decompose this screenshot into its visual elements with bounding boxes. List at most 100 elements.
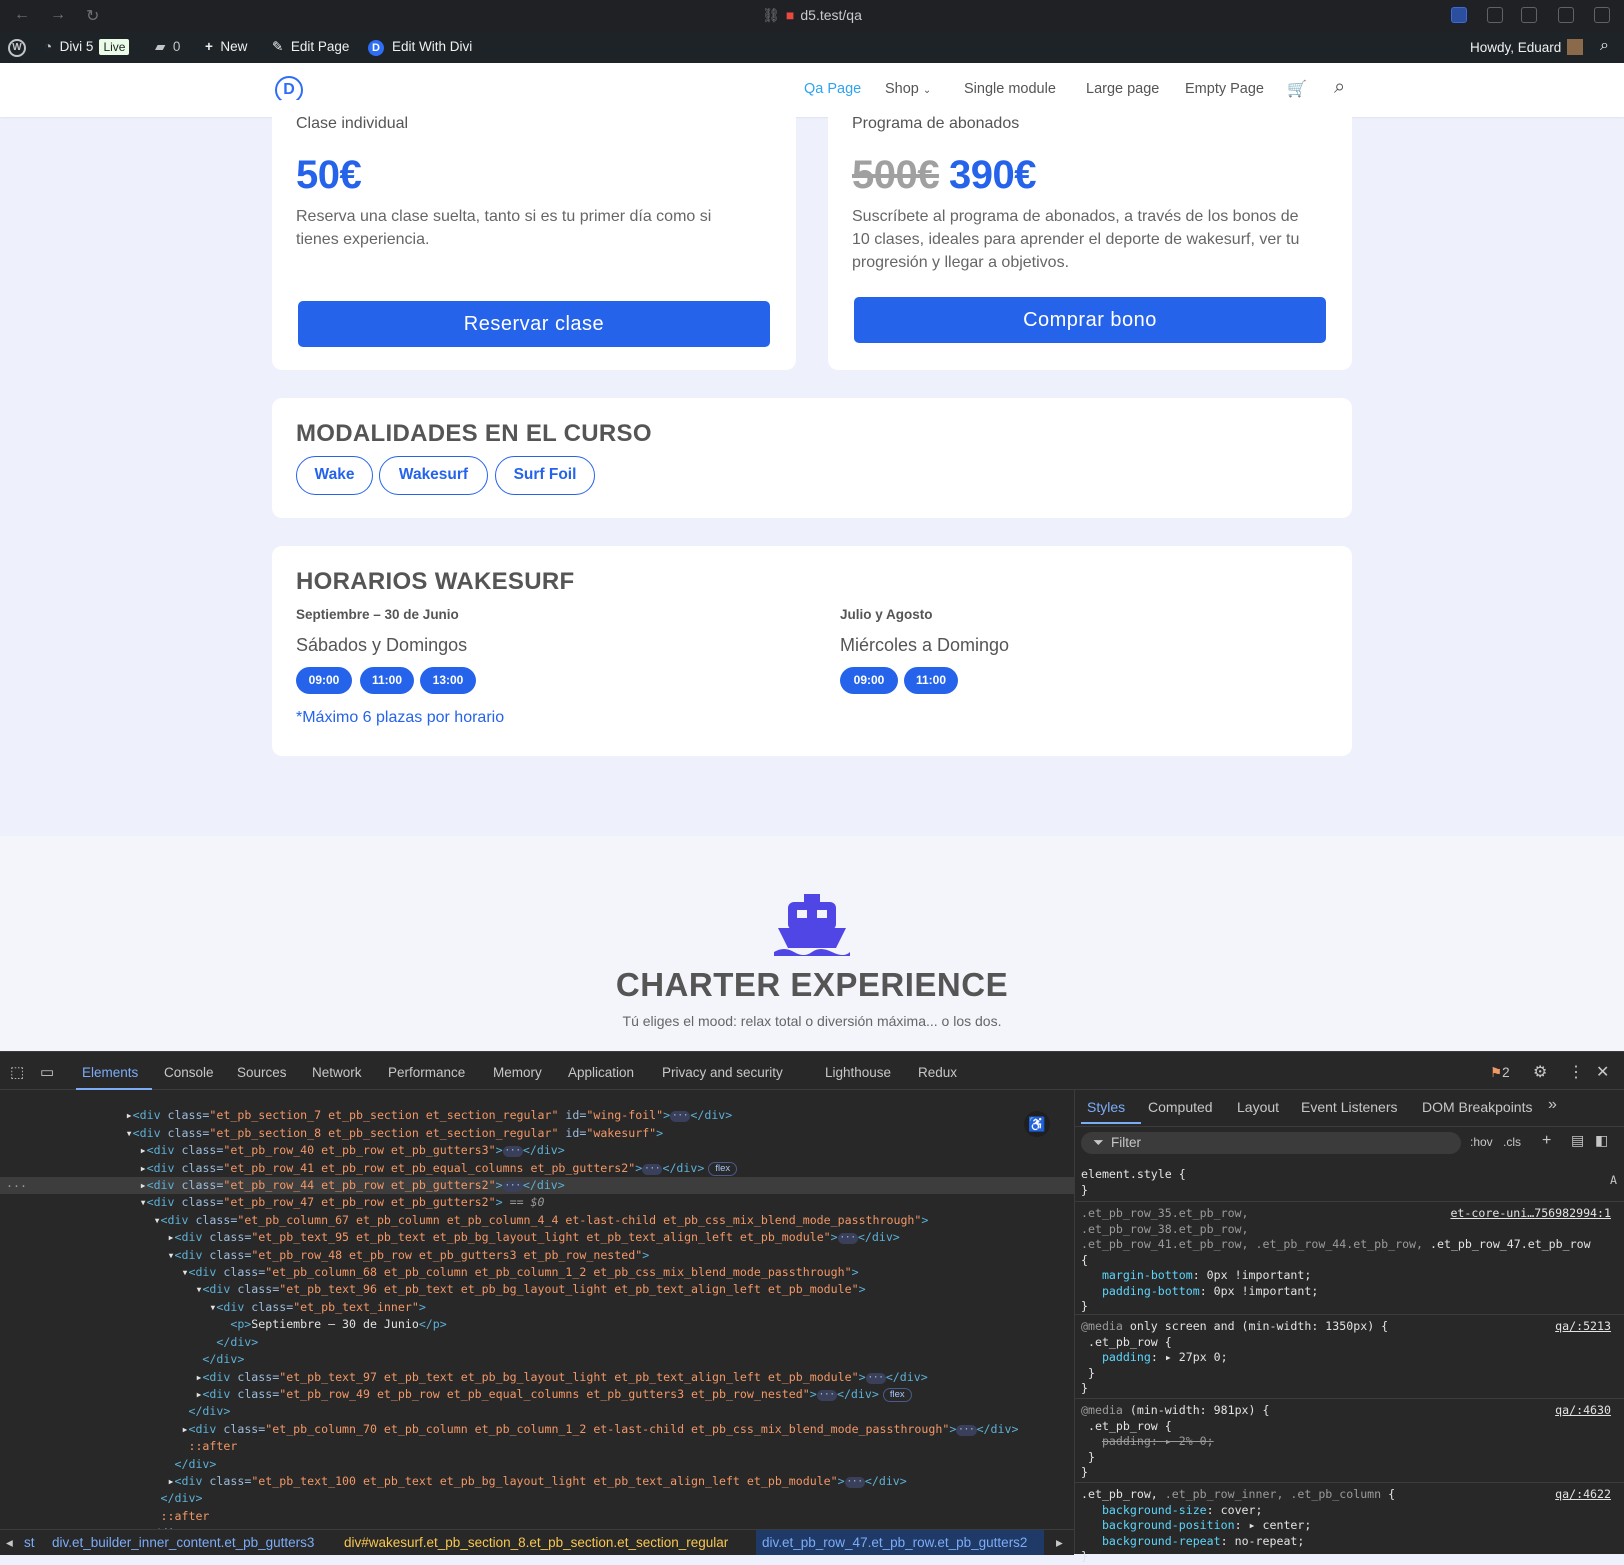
edit-page-link[interactable]: ✎ Edit Page — [272, 39, 349, 55]
cart-icon[interactable]: 🛒 — [1287, 79, 1307, 99]
breadcrumb-item-selected[interactable]: div.et_pb_row_47.et_pb_row.et_pb_gutters… — [762, 1535, 1027, 1550]
pill-wake[interactable]: Wake — [296, 456, 373, 495]
dom-node[interactable]: ▾<div class="et_pb_text_96 et_pb_text et… — [0, 1282, 865, 1296]
sidebar-icon[interactable] — [1594, 7, 1610, 23]
address-bar[interactable]: ⛓ ■ d5.test/qa — [0, 7, 1624, 24]
stylesheet-link[interactable]: qa/:4622 — [1555, 1487, 1611, 1503]
subtab-computed[interactable]: Computed — [1148, 1099, 1213, 1115]
subtab-dom-breakpoints[interactable]: DOM Breakpoints — [1422, 1099, 1532, 1115]
search-icon[interactable]: ⌕ — [1334, 76, 1345, 99]
tab-sources[interactable]: Sources — [237, 1065, 287, 1080]
dom-node[interactable]: </div> — [0, 1352, 244, 1366]
dom-node[interactable]: <p>Septiembre – 30 de Junio</p> — [0, 1317, 446, 1331]
reservar-clase-button[interactable]: Reservar clase — [298, 301, 770, 347]
screenshot-icon[interactable] — [1521, 7, 1537, 23]
dom-node[interactable]: ▸<div class="et_pb_row_40 et_pb_row et_p… — [0, 1143, 565, 1158]
tab-performance[interactable]: Performance — [388, 1065, 465, 1080]
device-toolbar-icon[interactable]: ▭ — [40, 1063, 54, 1081]
dom-node[interactable]: ▸<div class="et_pb_row_41 et_pb_row et_p… — [0, 1161, 738, 1176]
hov-toggle[interactable]: :hov — [1470, 1135, 1493, 1149]
tab-privacy-security[interactable]: Privacy and security — [662, 1065, 783, 1080]
dom-tree[interactable]: ▸<div class="et_pb_section_7 et_pb_secti… — [0, 1090, 1019, 1560]
menu-item-qa-page[interactable]: Qa Page — [804, 81, 861, 97]
schedule-days: Miércoles a Domingo — [840, 635, 1010, 655]
card-description: progresión y llegar a objetivos. — [852, 254, 1070, 271]
tab-network[interactable]: Network — [312, 1065, 362, 1080]
accessibility-icon[interactable]: ♿ — [1024, 1111, 1050, 1137]
tab-redux[interactable]: Redux — [918, 1065, 957, 1080]
dom-node-selected[interactable]: ▾<div class="et_pb_row_47 et_pb_row et_p… — [0, 1195, 545, 1209]
more-icon[interactable]: ⋮ — [1568, 1062, 1584, 1082]
new-menu[interactable]: + New — [205, 39, 247, 54]
extension-icon[interactable] — [1487, 7, 1503, 23]
site-name-menu[interactable]: ◔ Divi 5 Live — [44, 39, 130, 55]
breadcrumb-item[interactable]: div.et_builder_inner_content.et_pb_gutte… — [52, 1535, 314, 1550]
dom-node[interactable]: ▾<div class="et_pb_column_67 et_pb_colum… — [0, 1213, 929, 1227]
subtab-layout[interactable]: Layout — [1237, 1099, 1279, 1115]
dom-node[interactable]: ▸<div class="et_pb_row_49 et_pb_row et_p… — [0, 1387, 912, 1402]
tab-search-icon[interactable] — [1558, 7, 1574, 23]
cls-toggle[interactable]: .cls — [1503, 1135, 1521, 1149]
dom-node[interactable]: ::after — [0, 1439, 237, 1453]
dom-node[interactable]: ▾<div class="et_pb_row_48 et_pb_row et_p… — [0, 1248, 650, 1262]
menu-item-shop[interactable]: Shop ⌄ — [885, 81, 931, 97]
new-rule-icon[interactable]: + — [1542, 1132, 1551, 1150]
dom-node[interactable]: ▸<div class="et_pb_text_100 et_pb_text e… — [0, 1474, 907, 1488]
dom-node[interactable]: </div> — [0, 1335, 258, 1349]
dom-node[interactable]: ▸<div class="et_pb_text_97 et_pb_text et… — [0, 1370, 928, 1384]
account-menu[interactable]: Howdy, Eduard — [1470, 39, 1584, 55]
dom-node[interactable]: ::after — [0, 1509, 210, 1523]
comprar-bono-button[interactable]: Comprar bono — [854, 297, 1326, 343]
dom-node[interactable]: </div> — [0, 1491, 203, 1505]
issues-badge[interactable]: ⚑2 — [1490, 1065, 1510, 1081]
subtab-styles[interactable]: Styles — [1087, 1099, 1125, 1115]
css-rule[interactable]: @media only screen and (min-width: 1350p… — [1081, 1319, 1617, 1397]
tab-lighthouse[interactable]: Lighthouse — [825, 1065, 891, 1080]
gear-icon[interactable]: ⚙ — [1533, 1062, 1547, 1082]
extension-icon[interactable] — [1451, 7, 1467, 23]
css-rule[interactable]: .et_pb_row_35.et_pb_row, .et_pb_row_38.e… — [1081, 1206, 1617, 1315]
search-icon[interactable]: ⌕ — [1600, 37, 1609, 55]
time-badge: 11:00 — [904, 667, 958, 694]
dom-node[interactable]: </div> — [0, 1457, 217, 1471]
wordpress-logo-icon[interactable]: W — [8, 38, 26, 57]
breadcrumb-scroll-right-icon[interactable]: ▸ — [1056, 1535, 1063, 1551]
breadcrumb-scroll-left-icon[interactable]: ◂ — [6, 1535, 13, 1551]
tab-application[interactable]: Application — [568, 1065, 634, 1080]
css-rule[interactable]: @media (min-width: 981px) { .et_pb_row {… — [1081, 1403, 1617, 1481]
styles-filter-input[interactable]: ⏷ Filter — [1081, 1132, 1461, 1154]
dom-node[interactable]: ▾<div class="et_pb_section_8 et_pb_secti… — [0, 1126, 664, 1140]
dom-node[interactable]: ▸<div class="et_pb_column_70 et_pb_colum… — [0, 1422, 1018, 1436]
tab-elements[interactable]: Elements — [82, 1065, 138, 1080]
css-rule[interactable]: .et_pb_row, .et_pb_row_inner, .et_pb_col… — [1081, 1487, 1617, 1565]
dom-node[interactable]: ▸<div class="et_pb_row_44 et_pb_row et_p… — [0, 1178, 565, 1193]
dom-node[interactable]: ▾<div class="et_pb_column_68 et_pb_colum… — [0, 1265, 858, 1279]
dom-node[interactable]: </div> — [0, 1404, 230, 1418]
tab-console[interactable]: Console — [164, 1065, 214, 1080]
css-rule-element-style[interactable]: element.style { } A — [1081, 1167, 1617, 1198]
pill-wakesurf[interactable]: Wakesurf — [379, 456, 488, 495]
stylesheet-link[interactable]: qa/:4630 — [1555, 1403, 1611, 1419]
stylesheet-link[interactable]: et-core-uni…756982994:1 — [1450, 1206, 1611, 1222]
comments-menu[interactable]: ▰ 0 — [155, 39, 180, 55]
more-tabs-icon[interactable]: » — [1548, 1096, 1557, 1114]
stylesheet-link[interactable]: qa/:5213 — [1555, 1319, 1611, 1335]
font-editor-icon[interactable]: A — [1610, 1173, 1617, 1189]
edit-with-divi-link[interactable]: D Edit With Divi — [368, 39, 472, 56]
paint-icon[interactable]: ▤ — [1571, 1132, 1584, 1149]
pill-surf-foil[interactable]: Surf Foil — [495, 456, 595, 495]
menu-item-large-page[interactable]: Large page — [1086, 81, 1159, 97]
breadcrumb-item[interactable]: st — [24, 1535, 35, 1550]
inspect-icon[interactable]: ⬚ — [10, 1063, 24, 1081]
toggle-sidebar-icon[interactable]: ◧ — [1595, 1132, 1608, 1149]
dom-node[interactable]: ▸<div class="et_pb_section_7 et_pb_secti… — [0, 1108, 732, 1123]
breadcrumb-item[interactable]: div#wakesurf.et_pb_section_8.et_pb_secti… — [344, 1535, 728, 1550]
close-icon[interactable]: ✕ — [1596, 1062, 1609, 1082]
dom-node[interactable]: ▾<div class="et_pb_text_inner"> — [0, 1300, 425, 1314]
dom-node[interactable]: ▸<div class="et_pb_text_95 et_pb_text et… — [0, 1230, 900, 1245]
subtab-event-listeners[interactable]: Event Listeners — [1301, 1099, 1398, 1115]
menu-item-empty-page[interactable]: Empty Page — [1185, 81, 1264, 97]
menu-item-single-module[interactable]: Single module — [964, 81, 1056, 97]
tab-memory[interactable]: Memory — [493, 1065, 542, 1080]
schedule-note: *Máximo 6 plazas por horario — [296, 709, 505, 726]
